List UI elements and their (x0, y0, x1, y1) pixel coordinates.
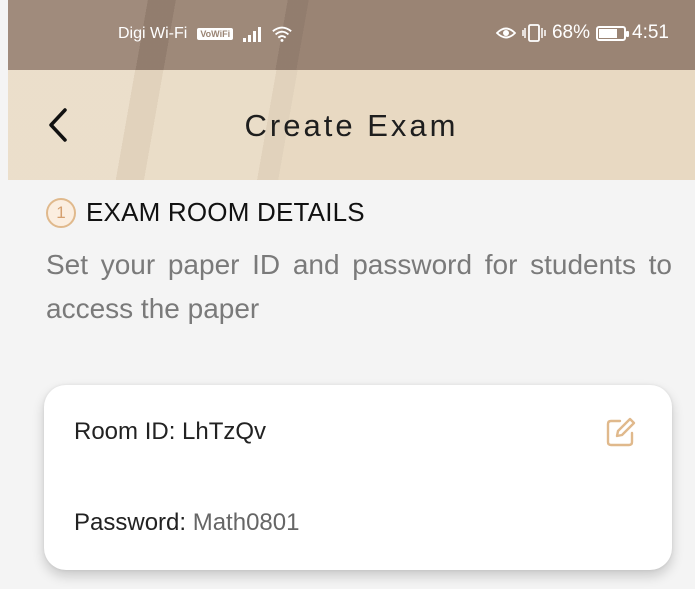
edit-room-button[interactable] (604, 415, 638, 449)
carrier-name: Digi Wi-Fi (118, 25, 188, 42)
password-value: Math0801 (192, 509, 300, 536)
room-id-row: Room ID: LhTzQv (74, 418, 266, 446)
clock: 4:51 (632, 22, 669, 43)
room-details-card: Room ID: LhTzQv Password: Math0801 (44, 385, 672, 570)
step-number-badge: 1 (46, 197, 76, 228)
section-title: EXAM ROOM DETAILS (86, 197, 365, 227)
status-bar-left: Digi Wi-Fi VoWiFi (118, 24, 293, 44)
status-bar-right: 68% 4:51 (495, 22, 669, 44)
section-description: Set your paper ID and password for stude… (46, 249, 672, 324)
vowifi-badge: VoWiFi (197, 28, 234, 40)
page-title: Create Exam (244, 108, 459, 143)
status-bar: Digi Wi-Fi VoWiFi 68% 4:51 (8, 0, 695, 70)
section-header: 1 EXAM ROOM DETAILS (46, 197, 365, 228)
battery-icon (596, 25, 630, 41)
password-label: Password: (74, 509, 193, 536)
signal-icon (243, 26, 262, 42)
app-bar: Create Exam (8, 70, 695, 180)
room-id-label: Room ID: (74, 418, 183, 445)
password-row: Password: Math0801 (74, 509, 299, 537)
vibrate-icon (522, 24, 546, 42)
eye-icon (495, 27, 516, 39)
battery-percent: 68% (551, 22, 591, 43)
wifi-icon (272, 26, 292, 42)
edit-icon (606, 417, 636, 447)
room-id-value: LhTzQv (182, 418, 267, 445)
